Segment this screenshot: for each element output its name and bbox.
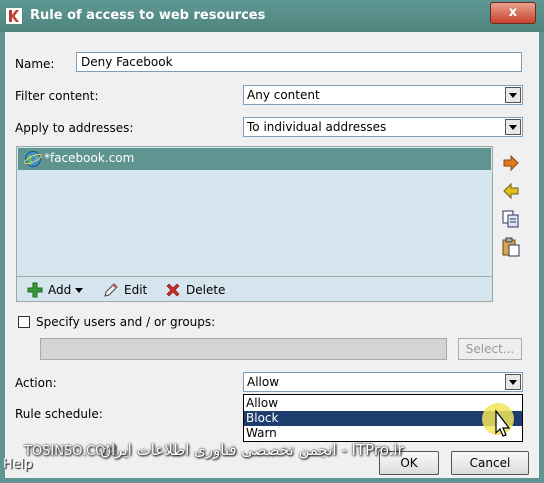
close-button[interactable]: x	[490, 2, 536, 24]
copy-icon[interactable]	[500, 208, 522, 230]
apply-addresses-select[interactable]: To individual addresses	[243, 117, 523, 137]
action-value: Allow	[247, 375, 280, 389]
move-left-arrow-icon[interactable]	[500, 180, 522, 202]
apply-addresses-value: To individual addresses	[247, 120, 387, 134]
kaspersky-logo-icon	[6, 8, 22, 24]
edit-label: Edit	[124, 283, 148, 297]
pencil-icon	[104, 283, 118, 297]
mouse-cursor-icon	[482, 403, 514, 437]
caret-down-icon	[75, 288, 84, 293]
add-label: Add	[48, 283, 72, 297]
paste-icon[interactable]	[500, 236, 522, 258]
dialog-client-area: Name: Deny Facebook Filter content: Any …	[5, 32, 539, 478]
address-text: *facebook.com	[44, 151, 135, 165]
name-label: Name:	[15, 57, 55, 71]
move-right-arrow-icon[interactable]	[500, 152, 522, 174]
filter-content-select[interactable]: Any content	[243, 85, 523, 105]
name-input[interactable]: Deny Facebook	[76, 52, 522, 72]
filter-content-label: Filter content:	[15, 89, 99, 103]
chevron-down-icon[interactable]	[505, 87, 521, 103]
rule-schedule-label: Rule schedule:	[15, 407, 103, 421]
window-title: Rule of access to web resources	[30, 8, 266, 23]
window-bottom-border	[0, 478, 544, 483]
globe-icon	[24, 151, 42, 167]
watermark-overlay: TOSINSO.COM ITPro.ir - انجمن تخصصی فناور…	[0, 440, 544, 466]
apply-addresses-label: Apply to addresses:	[15, 121, 134, 135]
filter-content-value: Any content	[247, 88, 320, 102]
add-button[interactable]: Add	[27, 281, 84, 299]
users-groups-field	[40, 338, 447, 360]
delete-button[interactable]: Delete	[165, 281, 225, 299]
list-item[interactable]: *facebook.com	[18, 148, 491, 170]
action-select[interactable]: Allow	[243, 372, 523, 392]
chevron-down-icon[interactable]	[505, 374, 521, 390]
list-toolbar: Add Edit Delete	[16, 276, 493, 302]
plus-icon	[27, 282, 43, 298]
select-users-button: Select...	[458, 338, 522, 360]
dialog-window: Rule of access to web resources x Name: …	[0, 0, 544, 483]
edit-button[interactable]: Edit	[103, 281, 147, 299]
delete-x-icon	[166, 283, 180, 297]
title-bar[interactable]: Rule of access to web resources x	[0, 0, 544, 32]
watermark-right-text: ITPro.ir - انجمن تخصصی فناوری اطلاعات ای…	[100, 441, 404, 459]
specify-users-checkbox[interactable]	[18, 316, 30, 328]
chevron-down-icon[interactable]	[505, 119, 521, 135]
delete-label: Delete	[186, 283, 226, 297]
action-label: Action:	[15, 376, 57, 390]
specify-users-label: Specify users and / or groups:	[36, 315, 216, 329]
